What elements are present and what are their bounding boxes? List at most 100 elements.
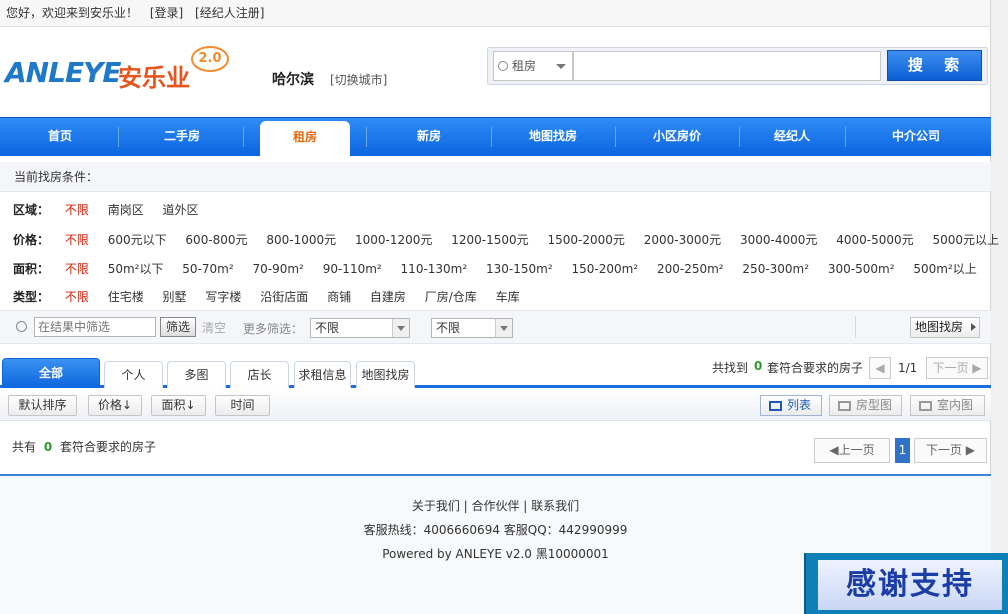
found-prefix: 共找到 [712,361,749,375]
filter-option[interactable]: 50m²以下 [108,262,164,276]
filter-option[interactable]: 300-500m² [828,262,895,276]
tab-wanted[interactable]: 求租信息 [294,361,351,388]
filter-option[interactable]: 1200-1500元 [451,233,528,247]
search-button[interactable]: 搜 索 [887,50,982,81]
filter-option[interactable]: 车库 [496,290,520,304]
filter-option[interactable]: 住宅楼 [108,290,144,304]
filter-option[interactable]: 90-110m² [323,262,382,276]
sort-time[interactable]: 时间 [215,395,270,416]
next-page-button[interactable]: 下一页 ▶ [926,357,988,379]
tab-multi-image[interactable]: 多图 [167,361,226,388]
more-filter-label: 更多筛选： [243,322,304,336]
filter-option[interactable]: 南岗区 [108,203,144,217]
switch-city-link[interactable]: [切换城市] [330,71,387,88]
logo-chinese: 安乐业 [118,64,190,92]
result-tabs: 全部 个人 多图 店长 求租信息 地图找房 共找到 0 套符合要求的房子 ◀ 1… [0,357,991,388]
tab-manager[interactable]: 店长 [230,361,289,388]
nav-rent[interactable]: 租房 [260,121,350,157]
prev-page-button[interactable]: ◀上一页 [814,438,890,463]
map-search-button[interactable]: 地图找房 [910,317,980,338]
result-suffix: 套符合要求的房子 [60,440,157,454]
filter-option[interactable]: 5000元以上 [933,233,1000,247]
prev-page-icon[interactable]: ◀ [869,357,891,379]
filter-label: 区域： [13,203,50,217]
filter-option[interactable]: 沿街店面 [260,290,308,304]
view-label: 列表 [787,398,812,412]
filter-option[interactable]: 70-90m² [253,262,304,276]
site-logo[interactable]: ANLEYE 安乐业 2.0 [5,46,230,96]
result-count: 0 [43,440,53,454]
filter-option[interactable]: 不限 [65,262,89,276]
thanks-badge: 感谢支持 [804,553,1008,614]
nav-second-hand[interactable]: 二手房 [120,118,244,156]
filter-option[interactable]: 不限 [65,290,89,304]
view-interior-button[interactable]: 室内图 [910,395,985,416]
filter-option[interactable]: 别墅 [163,290,187,304]
nav-new-house[interactable]: 新房 [367,118,491,156]
filter-option[interactable]: 500m²以上 [913,262,976,276]
filter-option[interactable]: 200-250m² [657,262,724,276]
sort-area[interactable]: 面积↓ [151,395,206,416]
more-filter-select-2[interactable]: 不限 [431,318,513,338]
filter-row-type: 类型： 不限 住宅楼 别墅 写字楼 沿街店面 商铺 自建房 厂房/仓库 车库 [13,288,535,305]
clear-link[interactable]: 清空 [202,319,226,336]
sort-price[interactable]: 价格↓ [88,395,142,416]
filter-option[interactable]: 道外区 [163,203,199,217]
view-floorplan-button[interactable]: 房型图 [829,395,902,416]
tab-all[interactable]: 全部 [2,358,100,388]
filter-option[interactable]: 110-130m² [401,262,468,276]
filter-option[interactable]: 1500-2000元 [548,233,625,247]
search-category-select[interactable]: 租房 [493,51,573,81]
filter-option[interactable]: 600元以下 [108,233,167,247]
nav-agencies[interactable]: 中介公司 [845,118,987,156]
filter-option[interactable]: 250-300m² [742,262,809,276]
nav-home[interactable]: 首页 [0,118,120,156]
result-search-input[interactable] [34,317,156,337]
search-input[interactable] [573,51,881,81]
filter-option[interactable]: 600-800元 [185,233,247,247]
nav-community-price[interactable]: 小区房价 [615,118,739,156]
chevron-down-icon [495,319,512,337]
result-summary: 共有 0 套符合要求的房子 [12,438,156,455]
register-link[interactable]: [经纪人注册] [195,6,264,20]
next-page-label: 下一页 [932,361,969,375]
logo-version-badge: 2.0 [191,46,229,72]
filter-option[interactable]: 自建房 [370,290,406,304]
tab-map[interactable]: 地图找房 [356,361,415,388]
filter-option[interactable]: 3000-4000元 [740,233,817,247]
current-city: 哈尔滨 [272,72,314,88]
filter-option[interactable]: 不限 [65,233,89,247]
window-scrollbar[interactable] [990,0,1008,614]
filter-option[interactable]: 800-1000元 [266,233,336,247]
tab-personal[interactable]: 个人 [104,361,163,388]
filter-option[interactable]: 商铺 [327,290,351,304]
logo-english: ANLEYE [5,56,121,89]
chevron-down-icon [556,64,566,69]
footer-links[interactable]: 关于我们 | 合作伙伴 | 联系我们 [0,497,991,514]
filter-option[interactable]: 4000-5000元 [836,233,913,247]
sort-default[interactable]: 默认排序 [8,395,77,416]
filter-option[interactable]: 50-70m² [182,262,233,276]
footer-hotline: 客服热线：4006660694 客服QQ：442990999 [363,523,628,537]
filter-row-region: 区域： 不限 南岗区 道外区 [13,201,214,218]
nav-map[interactable]: 地图找房 [491,118,615,156]
nav-agents[interactable]: 经纪人 [739,118,845,156]
view-list-button[interactable]: 列表 [760,395,822,416]
filter-option[interactable]: 厂房/仓库 [425,290,477,304]
current-page[interactable]: 1 [895,438,910,463]
filter-option[interactable]: 2000-3000元 [644,233,721,247]
filter-option[interactable]: 130-150m² [486,262,553,276]
bottom-next-page-button[interactable]: 下一页 ▶ [914,438,987,463]
filter-option[interactable]: 写字楼 [205,290,241,304]
filter-row-price: 价格： 不限 600元以下 600-800元 800-1000元 1000-12… [13,231,1008,248]
login-link[interactable]: [登录] [150,6,183,20]
filter-row-area: 面积： 不限 50m²以下 50-70m² 70-90m² 90-110m² 1… [13,260,992,277]
prev-page-label: 上一页 [838,443,875,457]
filter-option[interactable]: 150-200m² [571,262,638,276]
filter-option[interactable]: 1000-1200元 [355,233,432,247]
filter-option[interactable]: 不限 [65,203,89,217]
more-filter-select-1[interactable]: 不限 [310,318,410,338]
next-page-label: 下一页 [925,443,962,457]
search-icon [16,321,27,332]
filter-button[interactable]: 筛选 [160,317,196,337]
